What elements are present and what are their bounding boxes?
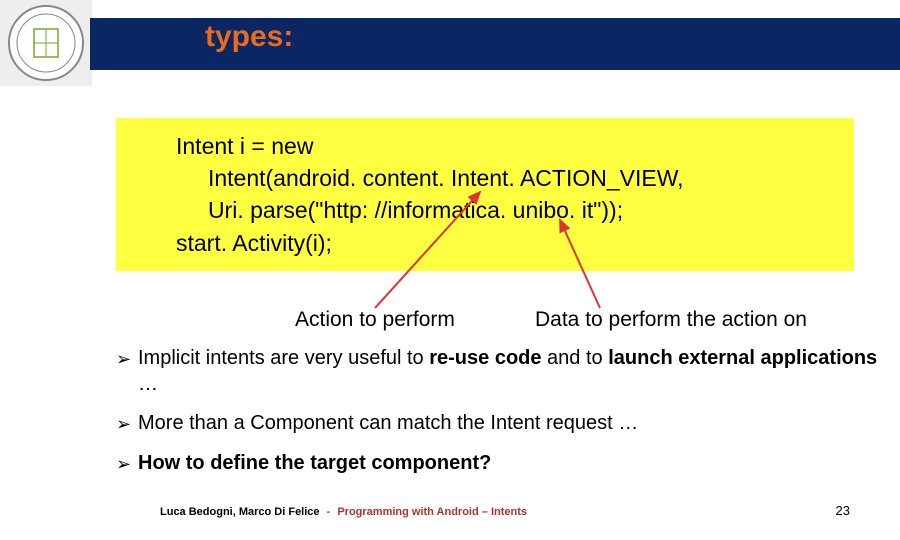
bullet-text: Implicit intents are very useful to re-u…: [138, 346, 880, 397]
annotation-data: Data to perform the action on: [535, 308, 807, 332]
bullet-list: ➢ Implicit intents are very useful to re…: [116, 346, 880, 490]
footer-sep: -: [327, 506, 331, 518]
title-part2: types:: [205, 20, 293, 53]
code-line-4: start. Activity(i);: [126, 227, 844, 259]
footer: Luca Bedogni, Marco Di Felice - Programm…: [160, 506, 527, 518]
page-number: 23: [836, 503, 850, 518]
footer-authors: Luca Bedogni, Marco Di Felice: [160, 506, 320, 518]
footer-subject: Programming with Android – Intents: [337, 506, 527, 518]
code-line-1: Intent i = new: [126, 130, 844, 162]
code-line-2: Intent(android. content. Intent. ACTION_…: [126, 162, 844, 194]
bullet-marker: ➢: [116, 348, 138, 371]
title-part1: Intent: [115, 20, 205, 53]
bullet-marker: ➢: [116, 453, 138, 476]
bullet-marker: ➢: [116, 413, 138, 436]
university-seal: [0, 0, 92, 86]
bullet-item: ➢ Implicit intents are very useful to re…: [116, 346, 880, 397]
title-part3: Implicit Intents: [293, 20, 513, 53]
bullet-item: ➢ How to define the target component?: [116, 451, 880, 477]
slide-title: Intent types: Implicit Intents: [115, 20, 513, 54]
annotation-action: Action to perform: [295, 308, 455, 332]
bullet-text: More than a Component can match the Inte…: [138, 411, 638, 437]
bullet-text: How to define the target component?: [138, 451, 491, 477]
bullet-item: ➢ More than a Component can match the In…: [116, 411, 880, 437]
seal-icon: [4, 3, 88, 83]
code-line-3: Uri. parse("http: //informatica. unibo. …: [126, 194, 844, 226]
code-example: Intent i = new Intent(android. content. …: [116, 118, 854, 271]
